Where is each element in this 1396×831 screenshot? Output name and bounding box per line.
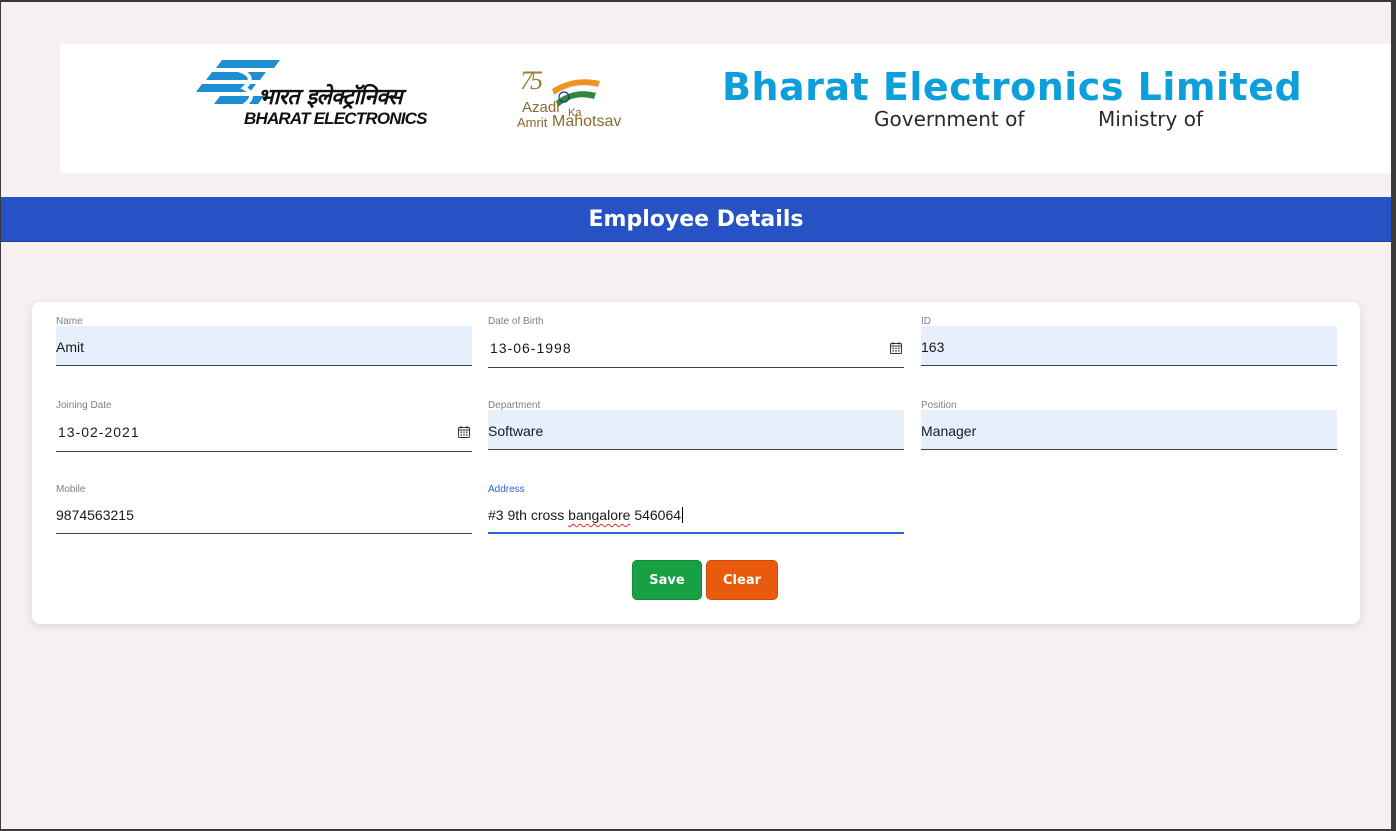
bel-logo: भारत इलेक्ट्रॉनिक्स BHARAT ELECTRONICS	[192, 58, 452, 132]
save-button[interactable]: Save	[632, 560, 702, 600]
position-value: Manager	[921, 423, 977, 439]
name-input[interactable]: Amit	[56, 326, 472, 366]
calendar-icon[interactable]	[890, 342, 902, 354]
dob-field[interactable]: 13-06-1998 Date of Birth	[488, 316, 904, 368]
mahotsav-text: Mahotsav	[552, 113, 622, 130]
joining-date-value: 13-02-2021	[58, 424, 140, 440]
id-label: ID	[921, 316, 931, 327]
bel-logo-english-text: BHARAT ELECTRONICS	[244, 109, 427, 128]
department-label: Department	[488, 400, 541, 411]
department-value: Software	[488, 423, 544, 439]
joining-date-input[interactable]: 13-02-2021	[56, 410, 472, 452]
name-label: Name	[56, 316, 83, 327]
mobile-field[interactable]: 9874563215 Mobile	[56, 484, 472, 536]
address-field[interactable]: #3 9th cross bangalore 546064 Address	[488, 484, 904, 536]
address-label: Address	[488, 484, 525, 495]
mobile-label: Mobile	[56, 484, 86, 495]
address-value: #3 9th cross bangalore 546064	[488, 507, 684, 523]
address-input[interactable]: #3 9th cross bangalore 546064	[488, 494, 904, 534]
mobile-input[interactable]: 9874563215	[56, 494, 472, 534]
position-label: Position	[921, 400, 957, 411]
azadi-ka-amrit-mahotsav-logo: 75 Azadi Ka Amrit Mahotsav	[515, 66, 630, 134]
azadi-75-text: 75	[520, 66, 543, 95]
dob-value: 13-06-1998	[490, 340, 572, 356]
amrit-text: Amrit	[517, 115, 548, 130]
dob-label: Date of Birth	[488, 316, 544, 327]
address-text-start: #3 9th cross	[488, 507, 569, 523]
name-field[interactable]: Amit Name	[56, 316, 472, 368]
page-title: Employee Details	[588, 206, 804, 232]
dob-input[interactable]: 13-06-1998	[488, 326, 904, 368]
id-input[interactable]: 163	[921, 326, 1337, 366]
text-cursor	[682, 507, 684, 523]
government-text: Government of	[874, 107, 1025, 131]
name-value: Amit	[56, 339, 84, 355]
id-field[interactable]: 163 ID	[921, 316, 1337, 368]
calendar-icon[interactable]	[458, 426, 470, 438]
id-value: 163	[921, 339, 945, 355]
position-input[interactable]: Manager	[921, 410, 1337, 450]
clear-button[interactable]: Clear	[706, 560, 778, 600]
address-misspelled-word: bangalore	[568, 507, 631, 523]
page-title-bar: Employee Details	[1, 197, 1391, 242]
joining-date-field[interactable]: 13-02-2021 Joining Date	[56, 400, 472, 452]
department-field[interactable]: Software Department	[488, 400, 904, 452]
department-input[interactable]: Software	[488, 410, 904, 450]
company-name: Bharat Electronics Limited	[722, 65, 1303, 109]
employee-form-card: Amit Name 13-06-1998 Date of Birth 163 I…	[32, 302, 1360, 624]
address-text-end: 546064	[630, 507, 682, 523]
position-field[interactable]: Manager Position	[921, 400, 1337, 452]
header-banner: भारत इलेक्ट्रॉनिक्स BHARAT ELECTRONICS 7…	[60, 44, 1391, 173]
ministry-text: Ministry of	[1098, 107, 1203, 131]
joining-date-label: Joining Date	[56, 400, 112, 411]
bel-logo-hindi-text: भारत इलेक्ट्रॉनिक्स	[258, 85, 403, 110]
mobile-value: 9874563215	[56, 507, 134, 523]
